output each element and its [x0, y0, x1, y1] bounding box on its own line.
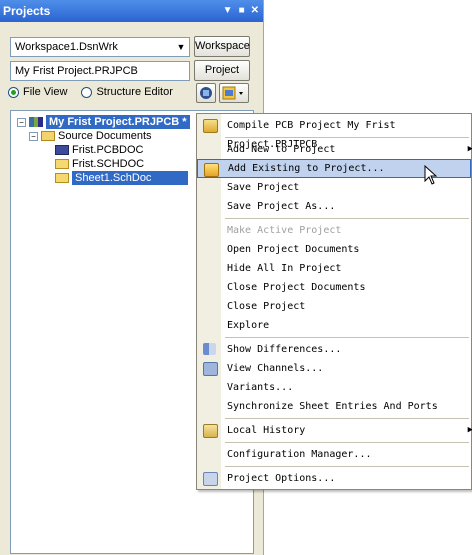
menu-item-explore[interactable]: Explore [197, 316, 471, 335]
menu-item-label: Synchronize Sheet Entries And Ports [227, 401, 438, 412]
schematic-document-icon [55, 159, 69, 169]
project-field-value: My Frist Project.PRJPCB [15, 65, 138, 77]
panel-pin-icon[interactable]: ■ [239, 0, 245, 22]
menu-item-label: Close Project Documents [227, 282, 366, 293]
menu-item-label: Configuration Manager... [227, 449, 372, 460]
menu-item-close-project[interactable]: Close Project [197, 297, 471, 316]
menu-item-label: Explore [227, 320, 270, 331]
menu-item-label: Show Differences... [227, 344, 342, 355]
document-dropdown-icon [222, 86, 243, 100]
menu-item-label: Local History [227, 425, 306, 436]
submenu-arrow-icon: ▶ [467, 425, 472, 435]
document-options-button[interactable] [219, 83, 249, 103]
menu-item-project-options[interactable]: Project Options... [197, 469, 471, 488]
history-icon [203, 424, 218, 438]
structure-editor-radio[interactable] [81, 86, 93, 98]
tree-folder-label[interactable]: Source Documents [58, 129, 152, 143]
menu-item-make-active: Make Active Project [197, 221, 471, 240]
channels-icon [203, 362, 218, 376]
menu-item-configuration-manager[interactable]: Configuration Manager... [197, 445, 471, 464]
panel-close-icon[interactable]: ✕ [251, 0, 259, 22]
tree-document-item[interactable]: Frist.SCHDOC [55, 157, 144, 171]
menu-item-label: Make Active Project [227, 225, 342, 236]
menu-item-label: Variants... [227, 382, 294, 393]
tree-project-node[interactable]: − My Frist Project.PRJPCB * [17, 115, 190, 129]
mouse-cursor-icon [424, 165, 438, 185]
menu-item-close-documents[interactable]: Close Project Documents [197, 278, 471, 297]
workspace-combo[interactable]: Workspace1.DsnWrk ▼ [10, 37, 190, 57]
pcb-document-icon [55, 145, 69, 155]
layers-icon [200, 87, 212, 99]
menu-item-label: View Channels... [227, 363, 324, 374]
collapse-icon[interactable]: − [29, 131, 38, 141]
panel-title: Projects [3, 4, 51, 18]
menu-item-label: Save Project As... [227, 201, 336, 212]
menu-item-show-differences[interactable]: Show Differences... [197, 340, 471, 359]
menu-item-add-new[interactable]: Add New to Project ▶ [197, 140, 472, 159]
menu-item-synchronize[interactable]: Synchronize Sheet Entries And Ports [197, 397, 471, 416]
tree-document-item[interactable]: Sheet1.SchDoc [55, 171, 188, 185]
menu-item-local-history[interactable]: Local History ▶ [197, 421, 472, 440]
menu-item-variants[interactable]: Variants... [197, 378, 471, 397]
menu-separator [225, 418, 469, 419]
menu-item-label: Add New to Project [227, 144, 336, 155]
menu-item-open-documents[interactable]: Open Project Documents [197, 240, 471, 259]
tree-document-item[interactable]: Frist.PCBDOC [55, 143, 144, 157]
pcb-project-icon [29, 117, 43, 127]
folder-icon [41, 131, 55, 141]
file-view-radio[interactable] [8, 86, 19, 98]
file-view-label: File View [23, 86, 68, 98]
tree-project-label[interactable]: My Frist Project.PRJPCB * [46, 115, 190, 129]
project-field[interactable]: My Frist Project.PRJPCB [10, 61, 190, 81]
structure-editor-label: Structure Editor [96, 86, 173, 98]
options-icon [203, 472, 218, 486]
tree-document-label[interactable]: Frist.SCHDOC [72, 157, 144, 171]
menu-item-label: Hide All In Project [227, 263, 342, 274]
compile-icon [203, 119, 218, 133]
view-options: File View Structure Editor [8, 84, 173, 100]
tree-document-label[interactable]: Frist.PCBDOC [72, 143, 144, 157]
submenu-arrow-icon: ▶ [467, 144, 472, 154]
menu-item-save-project-as[interactable]: Save Project As... [197, 197, 471, 216]
menu-separator [225, 466, 469, 467]
project-button[interactable]: Project [194, 60, 250, 81]
menu-item-hide-all[interactable]: Hide All In Project [197, 259, 471, 278]
panel-menu-icon[interactable]: ▼ [223, 0, 233, 22]
menu-item-label: Close Project [227, 301, 306, 312]
menu-separator [225, 337, 469, 338]
workspace-button[interactable]: Workspace [194, 36, 250, 57]
menu-separator [225, 137, 469, 138]
menu-item-label: Save Project [227, 182, 300, 193]
menu-separator [225, 442, 469, 443]
workspace-combo-value: Workspace1.DsnWrk [15, 41, 118, 53]
menu-item-label: Open Project Documents [227, 244, 360, 255]
panel-titlebar: Projects ▼ ■ ✕ [0, 0, 263, 22]
chevron-down-icon[interactable]: ▼ [173, 38, 189, 56]
menu-separator [225, 218, 469, 219]
tree-folder-node[interactable]: − Source Documents [29, 129, 152, 143]
menu-item-view-channels[interactable]: View Channels... [197, 359, 471, 378]
schematic-document-icon [55, 173, 69, 183]
menu-item-label: Project Options... [227, 473, 336, 484]
add-existing-icon [204, 163, 219, 177]
view-toggle-button[interactable] [196, 83, 216, 103]
differences-icon [203, 343, 216, 355]
menu-item-compile[interactable]: Compile PCB Project My Frist Project.PRJ… [197, 116, 471, 150]
menu-item-label: Add Existing to Project... [228, 163, 385, 174]
tree-document-label[interactable]: Sheet1.SchDoc [72, 171, 188, 185]
collapse-icon[interactable]: − [17, 117, 26, 127]
